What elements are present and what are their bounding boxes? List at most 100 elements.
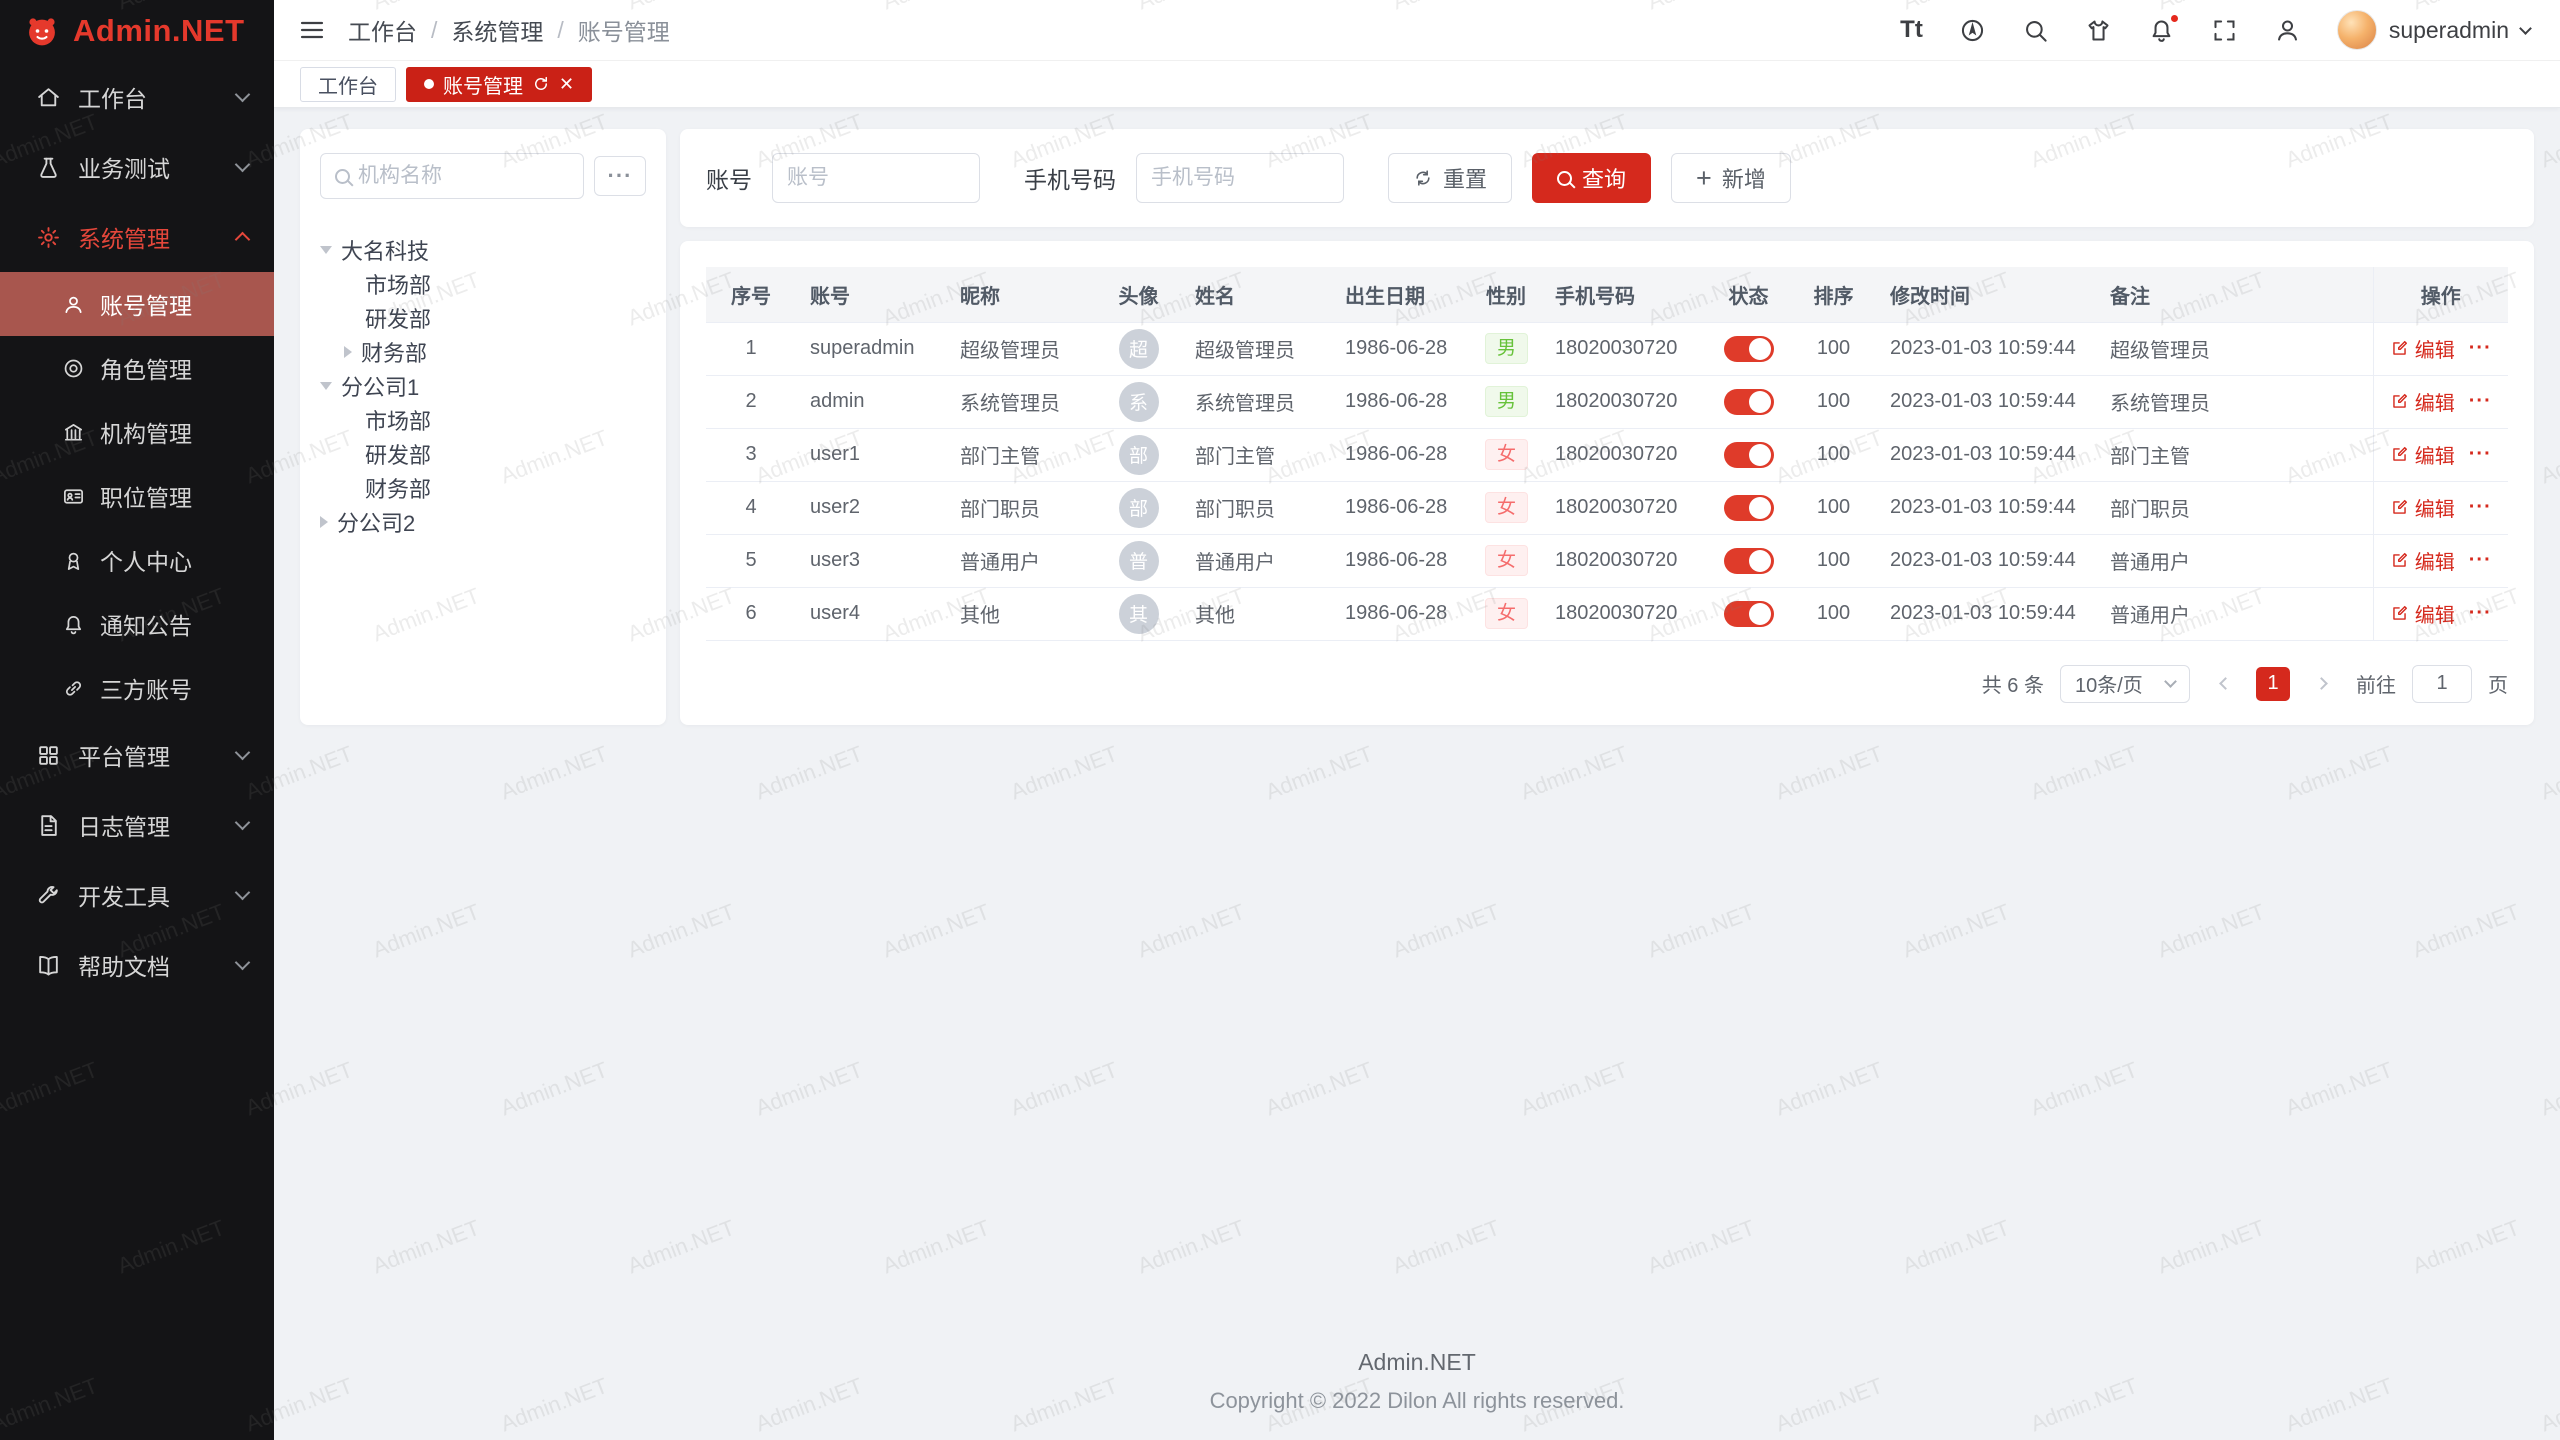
tree-node[interactable]: 分公司1	[320, 369, 646, 403]
tab-workbench[interactable]: 工作台	[300, 67, 396, 102]
cell-sort: 100	[1791, 375, 1876, 428]
cell-status	[1706, 481, 1791, 534]
tab-account-mgmt[interactable]: 账号管理 ✕	[406, 67, 592, 102]
account-input[interactable]	[787, 166, 965, 190]
sidebar-item-business-test[interactable]: 业务测试	[0, 132, 274, 202]
sidebar-item-org-mgmt[interactable]: 机构管理	[0, 400, 274, 464]
font-size-icon[interactable]: Tt	[1900, 18, 1923, 42]
footer-copyright: Copyright © 2022 Dilon All rights reserv…	[300, 1388, 2534, 1414]
search-button[interactable]: 查询	[1532, 153, 1651, 203]
content-row: ··· 大名科技 市场部 研发部	[300, 129, 2534, 725]
caret-down-icon[interactable]	[320, 246, 332, 254]
edit-button[interactable]: 编辑	[2390, 546, 2455, 575]
sidebar-item-platform-mgmt[interactable]: 平台管理	[0, 720, 274, 790]
status-toggle[interactable]	[1724, 601, 1774, 627]
close-icon[interactable]: ✕	[559, 75, 574, 93]
sidebar-item-position-mgmt[interactable]: 职位管理	[0, 464, 274, 528]
notification-icon[interactable]	[2148, 17, 2175, 44]
th-gender: 性别	[1471, 267, 1541, 322]
edit-icon	[2390, 604, 2409, 623]
cell-modified: 2023-01-03 10:59:44	[1876, 375, 2096, 428]
sidebar-item-personal-center[interactable]: 个人中心	[0, 528, 274, 592]
sidebar-item-label: 通知公告	[100, 607, 192, 641]
sidebar-item-notice[interactable]: 通知公告	[0, 592, 274, 656]
tree-node[interactable]: 财务部	[320, 471, 646, 505]
sidebar-item-workbench[interactable]: 工作台	[0, 62, 274, 132]
row-more-button[interactable]: ···	[2469, 496, 2492, 519]
pagination-total: 共 6 条	[1982, 669, 2044, 698]
edit-button[interactable]: 编辑	[2390, 599, 2455, 628]
status-toggle[interactable]	[1724, 336, 1774, 362]
reset-button[interactable]: 重置	[1388, 153, 1512, 203]
edit-button[interactable]: 编辑	[2390, 440, 2455, 469]
edit-button[interactable]: 编辑	[2390, 387, 2455, 416]
edit-button[interactable]: 编辑	[2390, 493, 2455, 522]
breadcrumb-item[interactable]: 系统管理	[451, 13, 543, 47]
tree-node[interactable]: 财务部	[320, 335, 646, 369]
row-avatar: 部	[1119, 435, 1159, 475]
caret-right-icon[interactable]	[344, 346, 352, 358]
pagination: 共 6 条 10条/页 1 前往 页	[706, 665, 2508, 703]
cell-gender: 男	[1471, 322, 1541, 375]
page-footer: Admin.NET Copyright © 2022 Dilon All rig…	[300, 1339, 2534, 1426]
sidebar-item-account-mgmt[interactable]: 账号管理	[0, 272, 274, 336]
sidebar-item-log-mgmt[interactable]: 日志管理	[0, 790, 274, 860]
cell-modified: 2023-01-03 10:59:44	[1876, 428, 2096, 481]
user-menu[interactable]: superadmin	[2337, 10, 2530, 50]
sidebar-item-devtools[interactable]: 开发工具	[0, 860, 274, 930]
add-button[interactable]: + 新增	[1671, 153, 1791, 203]
status-toggle[interactable]	[1724, 495, 1774, 521]
fullscreen-icon[interactable]	[2211, 17, 2238, 44]
tree-node[interactable]: 研发部	[320, 301, 646, 335]
prev-page-button[interactable]	[2206, 667, 2240, 701]
caret-down-icon[interactable]	[320, 382, 332, 390]
brand-logo[interactable]: Admin.NET	[0, 0, 274, 62]
row-more-button[interactable]: ···	[2469, 390, 2492, 413]
next-page-button[interactable]	[2306, 667, 2340, 701]
page-size-select[interactable]: 10条/页	[2060, 665, 2190, 703]
sidebar-item-label: 开发工具	[78, 878, 170, 912]
cell-actions: 编辑 ···	[2373, 534, 2508, 587]
tree-node-label: 财务部	[365, 472, 431, 504]
row-more-button[interactable]: ···	[2469, 337, 2492, 360]
status-toggle[interactable]	[1724, 442, 1774, 468]
caret-right-icon[interactable]	[320, 516, 328, 528]
profile-icon[interactable]	[2274, 17, 2301, 44]
tree-more-button[interactable]: ···	[594, 156, 646, 196]
sidebar-item-role-mgmt[interactable]: 角色管理	[0, 336, 274, 400]
search-icon[interactable]	[2022, 17, 2049, 44]
tree-node[interactable]: 分公司2	[320, 505, 646, 539]
edit-label: 编辑	[2415, 599, 2455, 628]
row-more-button[interactable]: ···	[2469, 602, 2492, 625]
tree-node[interactable]: 研发部	[320, 437, 646, 471]
cell-index: 3	[706, 428, 796, 481]
tree-node[interactable]: 市场部	[320, 403, 646, 437]
tree-node[interactable]: 大名科技	[320, 233, 646, 267]
row-more-button[interactable]: ···	[2469, 549, 2492, 572]
table-row: 1 superadmin 超级管理员 超 超级管理员 1986-06-28 男 …	[706, 322, 2508, 375]
sidebar-item-help-docs[interactable]: 帮助文档	[0, 930, 274, 1000]
org-search-input[interactable]	[358, 164, 569, 188]
sidebar-item-system-mgmt[interactable]: 系统管理	[0, 202, 274, 272]
page-number-current[interactable]: 1	[2256, 667, 2290, 701]
status-toggle[interactable]	[1724, 548, 1774, 574]
status-toggle[interactable]	[1724, 389, 1774, 415]
guide-icon[interactable]	[1959, 17, 1986, 44]
edit-button[interactable]: 编辑	[2390, 334, 2455, 363]
tree-node[interactable]: 市场部	[320, 267, 646, 301]
document-icon	[36, 813, 61, 838]
breadcrumb-item[interactable]: 工作台	[348, 13, 417, 47]
refresh-icon[interactable]	[532, 75, 550, 93]
cell-avatar: 系	[1096, 375, 1181, 428]
row-more-button[interactable]: ···	[2469, 443, 2492, 466]
phone-input[interactable]	[1151, 166, 1329, 190]
hamburger-menu-icon[interactable]	[298, 16, 326, 44]
goto-page-input[interactable]	[2412, 665, 2472, 703]
tab-label: 账号管理	[443, 70, 523, 99]
theme-icon[interactable]	[2085, 17, 2112, 44]
tab-label: 工作台	[318, 70, 378, 99]
breadcrumb-separator: /	[431, 17, 437, 44]
sidebar-item-third-party[interactable]: 三方账号	[0, 656, 274, 720]
sidebar-item-label: 机构管理	[100, 415, 192, 449]
table-row: 5 user3 普通用户 普 普通用户 1986-06-28 女 1802003…	[706, 534, 2508, 587]
